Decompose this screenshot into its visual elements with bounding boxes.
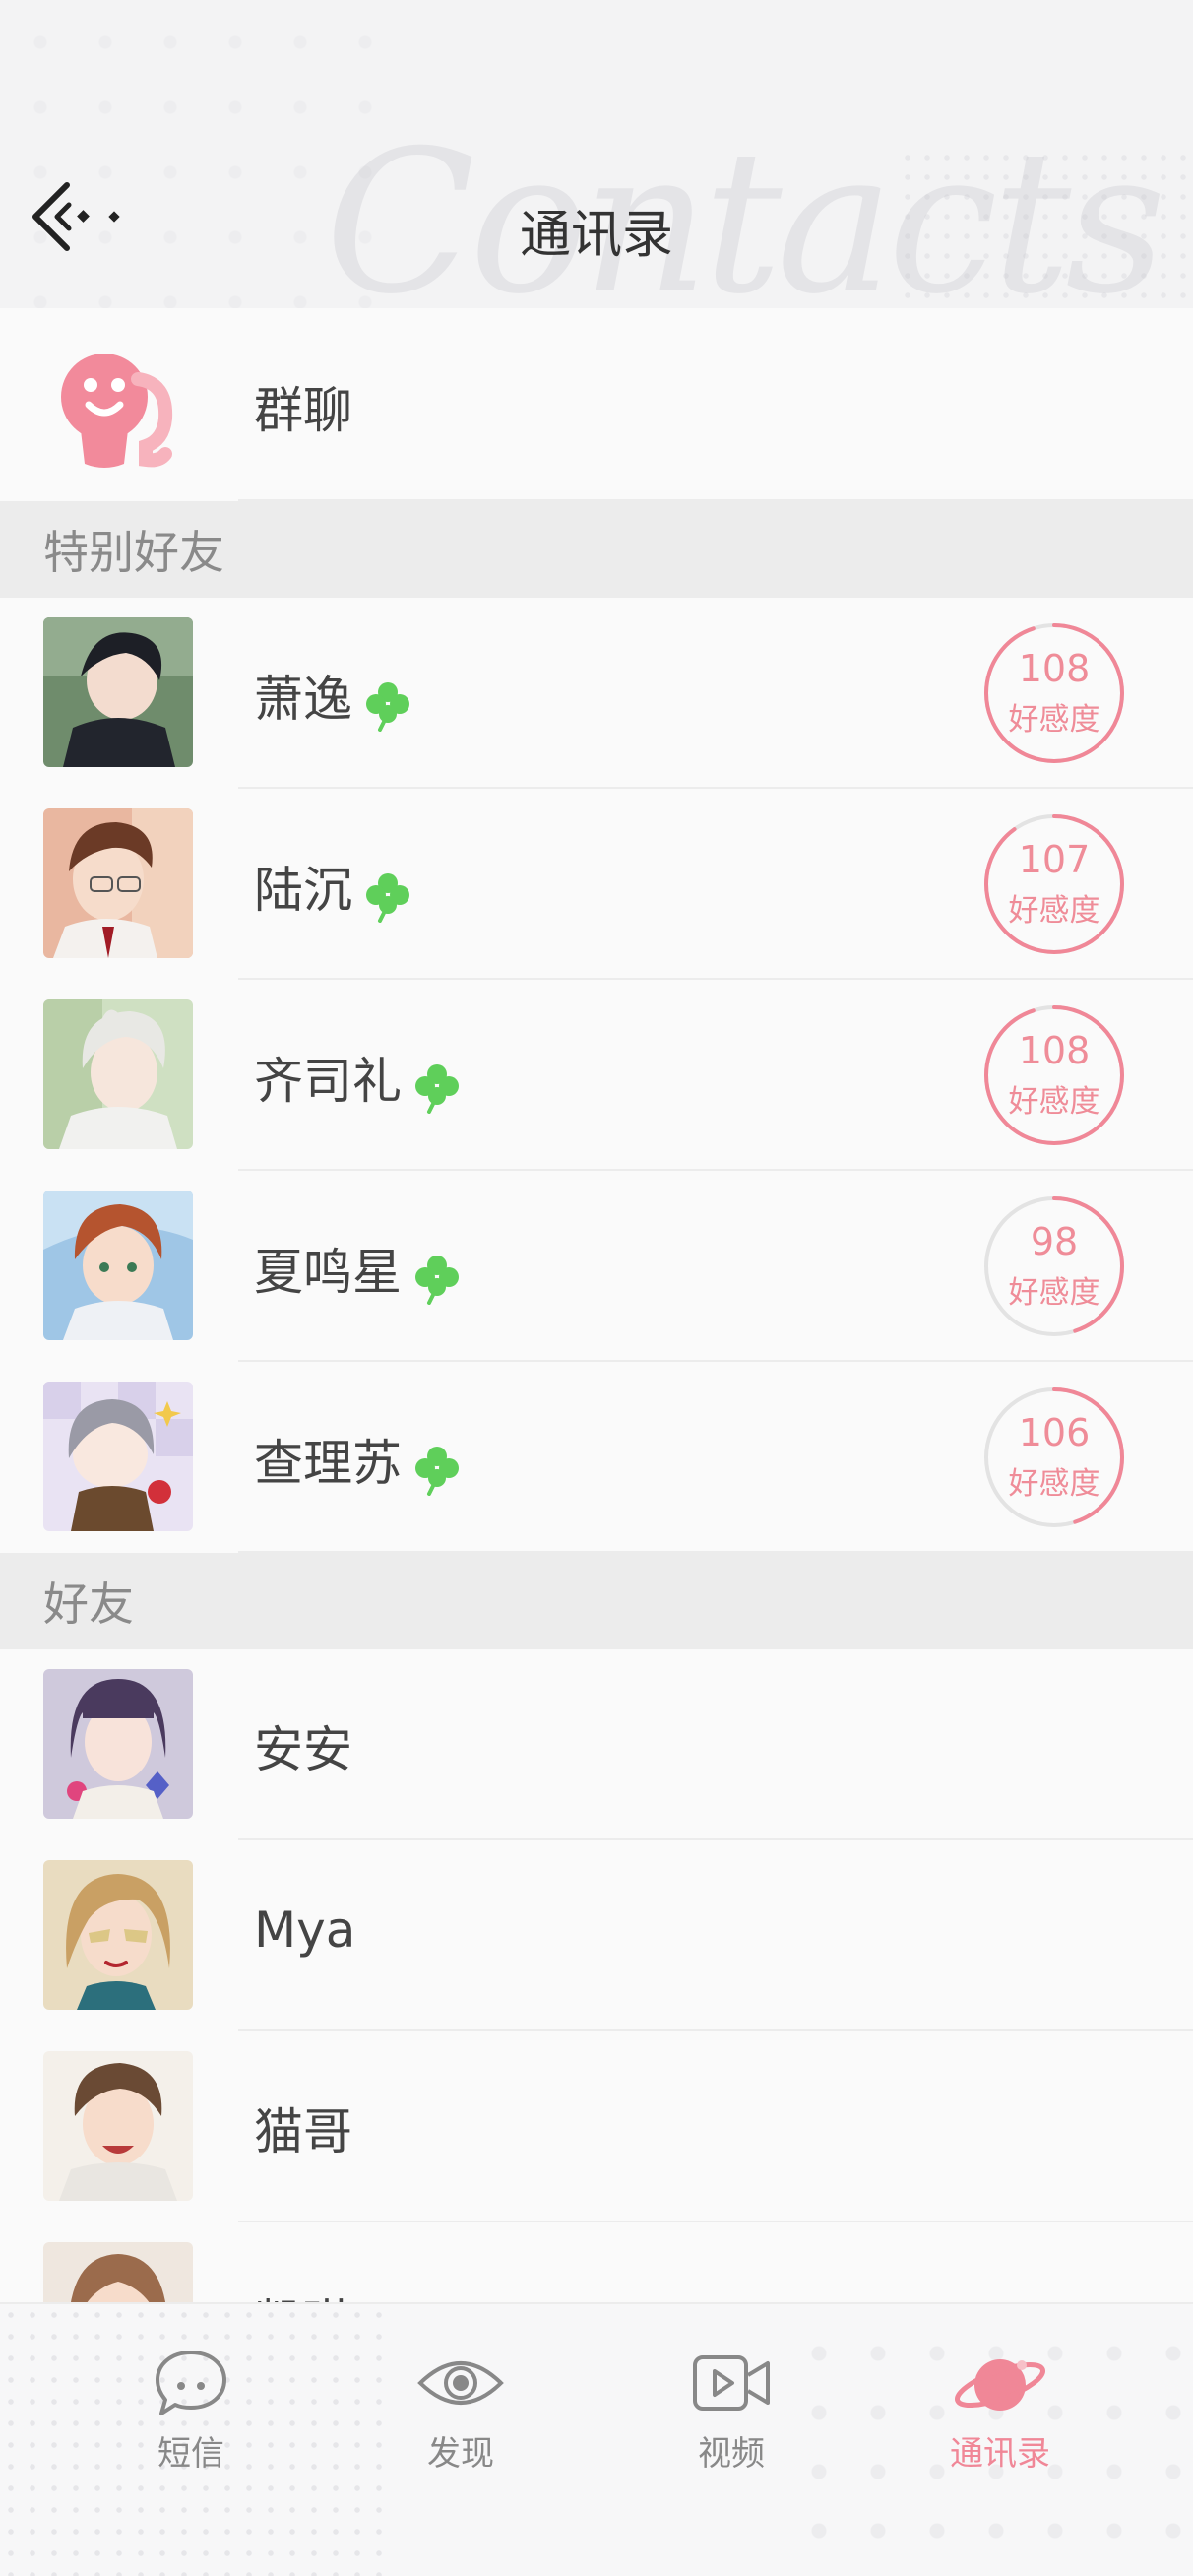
chat-bubble-icon (156, 2351, 226, 2415)
affinity-badge: 98 好感度 (982, 1194, 1126, 1338)
contact-name: 猫哥 (254, 2103, 352, 2160)
affinity-badge: 108 好感度 (982, 621, 1126, 765)
affinity-value: 108 (1018, 647, 1091, 690)
affinity-value: 98 (1030, 1220, 1079, 1263)
affinity-ring (984, 623, 1124, 763)
contact-row[interactable]: 齐司礼 108 好感度 (0, 980, 1193, 1171)
clover-icon (415, 1064, 459, 1114)
contact-row[interactable]: 夏鸣星 98 好感度 (0, 1171, 1193, 1362)
avatar (43, 2051, 193, 2201)
affinity-label: 好感度 (1008, 893, 1100, 929)
contact-row[interactable]: 安安 (0, 1649, 1193, 1840)
contact-name: 陆沉 (254, 862, 352, 919)
group-chat-label: 群聊 (254, 382, 352, 439)
contact-row[interactable]: 查理苏 106 好感度 (0, 1362, 1193, 1553)
contact-name: 查理苏 (254, 1435, 402, 1492)
divider (238, 499, 1193, 501)
avatar (43, 617, 193, 767)
affinity-badge: 106 好感度 (982, 1385, 1126, 1529)
avatar (43, 999, 193, 1149)
contact-name: Mya (254, 1901, 356, 1959)
affinity-value: 108 (1018, 1029, 1091, 1072)
affinity-value: 107 (1018, 838, 1091, 881)
contact-row[interactable]: Mya (0, 1840, 1193, 2031)
clover-icon (415, 1447, 459, 1496)
contact-name: 齐司礼 (254, 1053, 402, 1110)
clover-icon (366, 873, 409, 923)
affinity-ring (984, 1387, 1124, 1527)
contact-name: 安安 (254, 1721, 352, 1778)
affinity-label: 好感度 (1008, 1084, 1100, 1120)
video-icon (693, 2355, 770, 2411)
clover-icon (366, 682, 409, 732)
affinity-badge: 108 好感度 (982, 1003, 1126, 1147)
tab-label: 通讯录 (950, 2434, 1050, 2474)
tab-label: 视频 (698, 2434, 765, 2474)
contact-name: 萧逸 (254, 671, 352, 728)
affinity-value: 106 (1018, 1411, 1091, 1454)
affinity-label: 好感度 (1008, 702, 1100, 738)
contact-row[interactable]: 猫哥 (0, 2031, 1193, 2222)
avatar (43, 1191, 193, 1340)
tab-messages[interactable]: 短信 (93, 2344, 289, 2481)
affinity-ring (984, 1196, 1124, 1336)
section-header-friends: 好友 (0, 1553, 1193, 1649)
contact-row[interactable]: 萧逸 108 好感度 (0, 598, 1193, 789)
affinity-label: 好感度 (1008, 1466, 1100, 1502)
header: Contacts 通讯录 (0, 0, 1193, 308)
avatar (43, 1669, 193, 1819)
affinity-ring (984, 1005, 1124, 1145)
tab-contacts[interactable]: 通讯录 (902, 2344, 1099, 2481)
tab-label: 短信 (157, 2434, 224, 2474)
affinity-label: 好感度 (1008, 1275, 1100, 1311)
contacts-screen: Contacts 通讯录 群聊 特别好友 萧逸 108 好感度 陆沉 107 好… (0, 0, 1193, 2576)
clover-icon (415, 1256, 459, 1305)
contact-row[interactable]: 陆沉 107 好感度 (0, 789, 1193, 980)
affinity-ring (984, 814, 1124, 954)
contact-name: 夏鸣星 (254, 1244, 402, 1301)
avatar (43, 808, 193, 958)
tab-label: 发现 (427, 2434, 494, 2474)
tab-discover[interactable]: 发现 (362, 2344, 559, 2481)
bottom-tab-bar: 短信 发现 视频 通讯录 (0, 2302, 1193, 2576)
divider (238, 1551, 1193, 1553)
planet-icon (955, 2359, 1045, 2411)
affinity-badge: 107 好感度 (982, 812, 1126, 956)
eye-icon (417, 2361, 504, 2405)
section-header-special-friends: 特别好友 (0, 501, 1193, 598)
tab-video[interactable]: 视频 (633, 2344, 830, 2481)
contact-list[interactable]: 群聊 特别好友 萧逸 108 好感度 陆沉 107 好感度 齐司礼 108 好感… (0, 308, 1193, 2414)
avatar (43, 1382, 193, 1531)
avatar (43, 1860, 193, 2010)
group-chat-row[interactable]: 群聊 (0, 308, 1193, 501)
group-chat-icon (43, 328, 193, 478)
page-title: 通讯录 (519, 206, 673, 265)
